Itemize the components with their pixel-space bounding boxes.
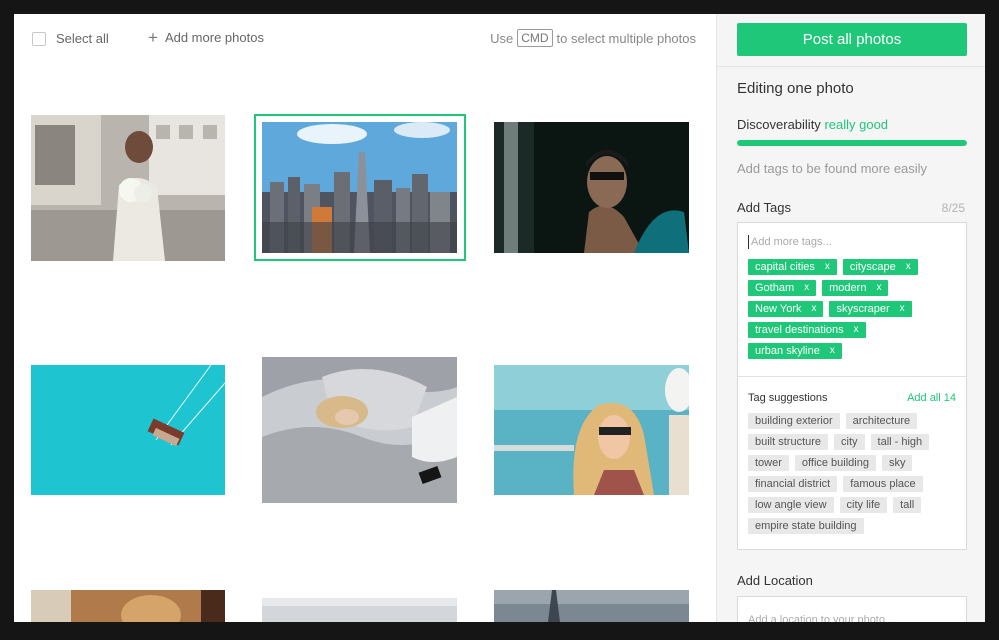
applied-tag-label: urban skyline xyxy=(755,345,820,357)
post-area: Post all photos xyxy=(717,14,985,67)
photo-swing-ride xyxy=(31,365,225,495)
suggested-tag[interactable]: building exterior xyxy=(748,413,840,429)
applied-tag[interactable]: Gotham x xyxy=(748,280,817,296)
discoverability-value: really good xyxy=(824,117,889,132)
add-location-label: Add Location xyxy=(737,573,813,588)
suggested-tag[interactable]: sky xyxy=(881,455,913,471)
applied-tag-label: cityscape xyxy=(849,261,896,273)
remove-tag-icon[interactable]: x xyxy=(811,301,816,317)
applied-tags-list: capital cities x cityscape x Gotham x modern x N… xyxy=(748,259,960,359)
hint-suffix: to select multiple photos xyxy=(556,30,696,46)
applied-tag[interactable]: capital cities x xyxy=(748,259,837,275)
remove-tag-icon[interactable]: x xyxy=(876,280,881,296)
applied-tag-label: Gotham xyxy=(755,282,795,294)
discoverability-progress-fill xyxy=(737,140,967,146)
tag-suggestions-label: Tag suggestions xyxy=(748,392,828,404)
gallery-toolbar: Select all + Add more photos Use CMD to … xyxy=(14,14,716,64)
photo-thumbnail[interactable] xyxy=(31,590,225,622)
photo-person-sleeping xyxy=(262,357,457,503)
suggested-tag[interactable]: tall xyxy=(893,497,922,513)
tags-divider xyxy=(738,376,966,377)
photo-portrait-cropped xyxy=(31,590,225,622)
suggested-tag[interactable]: tower xyxy=(748,455,789,471)
tag-count: 8/25 xyxy=(941,201,965,215)
tags-box: capital citiesxcityscapexGothamxmodernxN… xyxy=(737,222,967,550)
location-input[interactable] xyxy=(737,596,967,622)
applied-tag[interactable]: travel destinations x xyxy=(748,322,866,338)
photo-man-in-car xyxy=(494,122,689,253)
add-all-suggestions-link[interactable]: Add all 14 xyxy=(907,392,956,404)
select-all-control[interactable]: Select all xyxy=(32,31,109,46)
applied-tag-label: New York xyxy=(755,303,802,315)
cmd-key-badge: CMD xyxy=(517,29,553,47)
photo-editor-panel: Post all photos Editing one photo Discov… xyxy=(716,14,985,622)
add-more-photos-button[interactable]: + Add more photos xyxy=(148,27,264,47)
photo-gallery: Select all + Add more photos Use CMD to … xyxy=(14,14,716,622)
app-frame: Select all + Add more photos Use CMD to … xyxy=(14,14,985,622)
plus-icon: + xyxy=(148,27,158,47)
applied-tag-label: modern xyxy=(829,282,867,294)
applied-tag-label: travel destinations xyxy=(755,324,844,336)
suggested-tag[interactable]: office building xyxy=(794,455,876,471)
applied-tag[interactable]: urban skyline x xyxy=(748,343,842,359)
discoverability-label: Discoverability xyxy=(737,117,821,132)
suggested-tag[interactable]: empire state building xyxy=(748,518,864,534)
post-all-photos-button[interactable]: Post all photos xyxy=(737,23,967,56)
tag-suggestions-list: building exterior architecture built struc… xyxy=(748,413,962,534)
applied-tag-label: capital cities xyxy=(755,261,815,273)
photo-thumbnail[interactable] xyxy=(262,598,457,622)
photo-thumbnail[interactable] xyxy=(31,115,225,261)
applied-tag[interactable]: cityscape x xyxy=(842,259,918,275)
add-more-photos-label: Add more photos xyxy=(164,30,264,45)
remove-tag-icon[interactable]: x xyxy=(900,301,905,317)
photo-thumbnail[interactable] xyxy=(494,590,689,622)
suggested-tag[interactable]: architecture xyxy=(845,413,918,429)
photo-blonde-woman-by-sea xyxy=(494,365,689,495)
panel-title: Editing one photo xyxy=(737,80,854,97)
suggested-tag[interactable]: low angle view xyxy=(748,497,834,513)
select-all-label: Select all xyxy=(56,31,109,46)
suggested-tag[interactable]: famous place xyxy=(843,476,923,492)
applied-tag[interactable]: modern x xyxy=(822,280,889,296)
remove-tag-icon[interactable]: x xyxy=(830,343,835,359)
add-tags-label: Add Tags xyxy=(737,200,791,215)
suggested-tag[interactable]: city xyxy=(834,434,865,450)
multi-select-hint: Use CMD to select multiple photos xyxy=(490,29,696,47)
photo-interior-cropped xyxy=(262,598,457,622)
photo-thumbnail[interactable] xyxy=(494,365,689,495)
photo-thumbnail[interactable] xyxy=(262,357,457,503)
discoverability-progress-bar xyxy=(737,140,967,146)
applied-tag[interactable]: skyscraper x xyxy=(829,301,912,317)
photo-thumbnail[interactable] xyxy=(31,365,225,495)
suggested-tag[interactable]: built structure xyxy=(748,434,829,450)
remove-tag-icon[interactable]: x xyxy=(825,259,830,275)
applied-tag[interactable]: New York x xyxy=(748,301,824,317)
remove-tag-icon[interactable]: x xyxy=(854,322,859,338)
add-tags-input[interactable] xyxy=(748,235,948,249)
photo-spire-cropped xyxy=(494,590,689,622)
photo-woman-flowers xyxy=(31,115,225,261)
discoverability-status: Discoverability really good xyxy=(737,117,888,132)
tags-hint: Add tags to be found more easily xyxy=(737,161,928,176)
suggested-tag[interactable]: tall - high xyxy=(870,434,930,450)
hint-prefix: Use xyxy=(490,30,514,46)
photo-thumbnail[interactable] xyxy=(494,122,689,253)
suggested-tag[interactable]: city life xyxy=(839,497,888,513)
select-all-checkbox[interactable] xyxy=(32,31,46,46)
applied-tag-label: skyscraper xyxy=(836,303,890,315)
selected-photo-outline xyxy=(254,114,466,261)
suggested-tag[interactable]: financial district xyxy=(748,476,838,492)
remove-tag-icon[interactable]: x xyxy=(804,280,809,296)
remove-tag-icon[interactable]: x xyxy=(906,259,911,275)
